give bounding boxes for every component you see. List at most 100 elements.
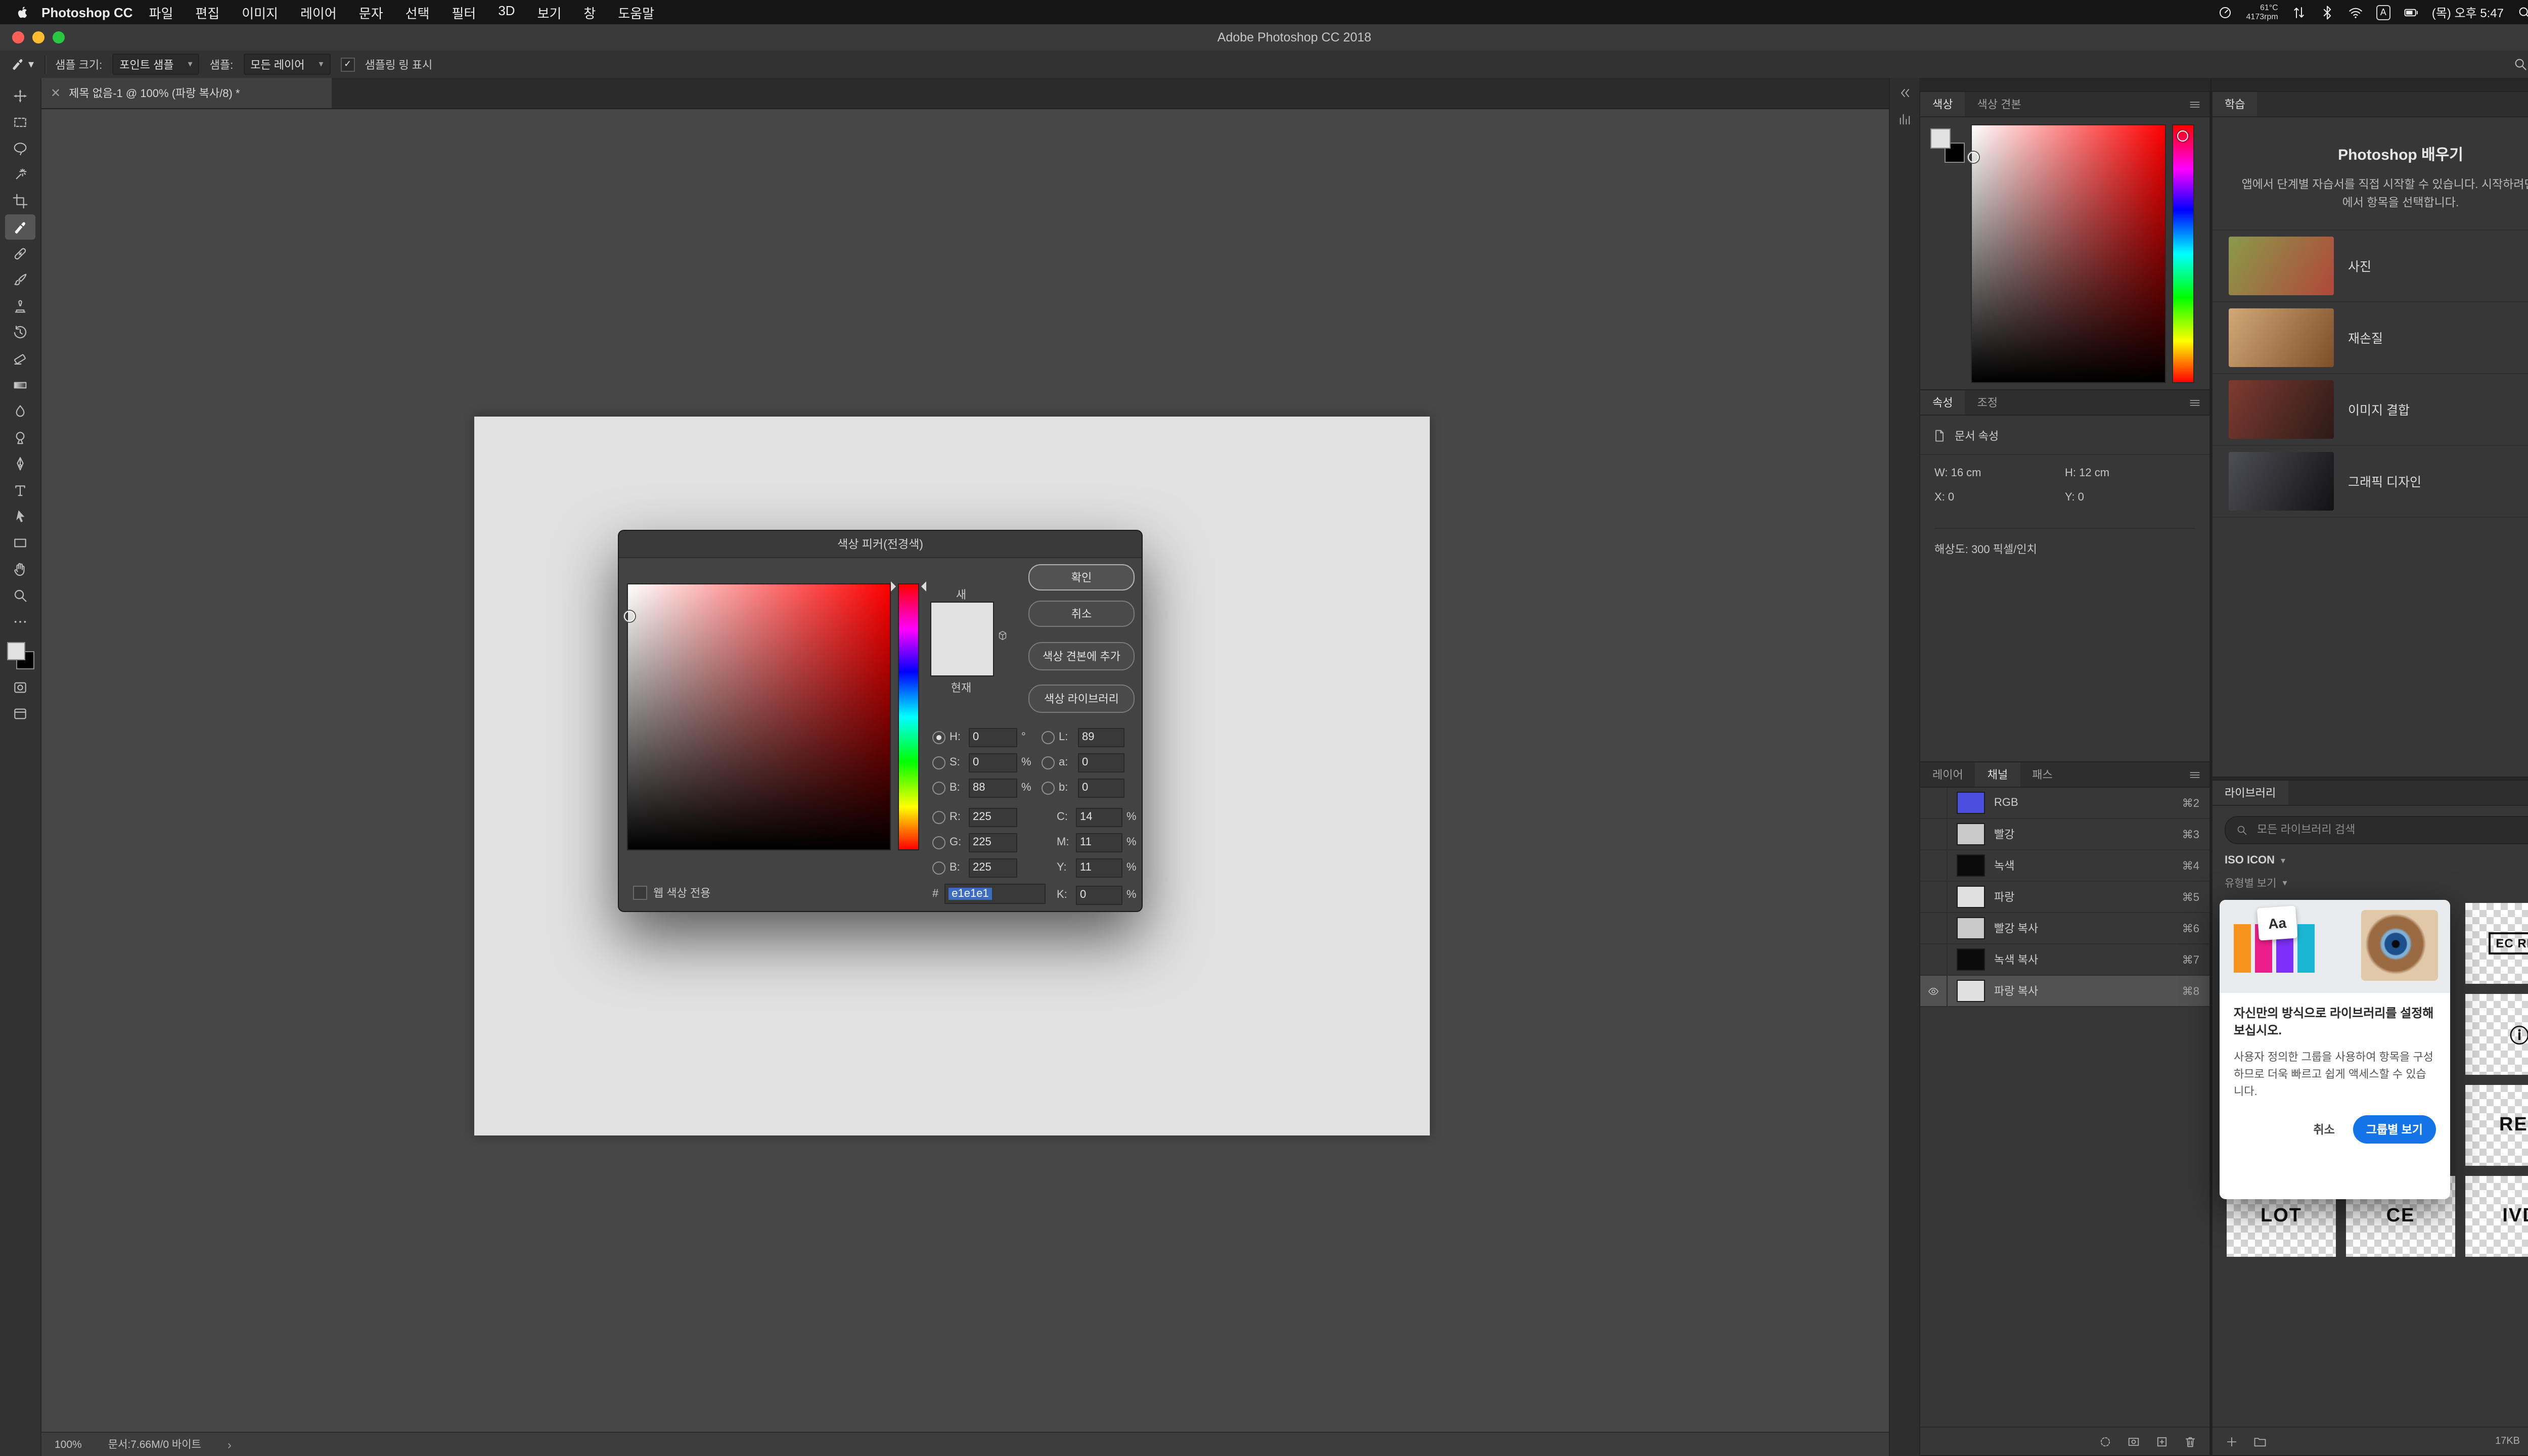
new-channel-icon[interactable] [2155,1434,2169,1448]
picker-field-marker[interactable] [624,611,635,622]
spotlight-icon[interactable] [2517,5,2528,20]
sample-layers-dropdown[interactable]: 모든 레이어 ▾ [243,54,330,75]
learn-item-0[interactable]: 사진› [2213,229,2528,302]
learn-item-1[interactable]: 재손질› [2213,302,2528,374]
sampling-ring-checkbox[interactable]: ✓ [341,57,355,71]
picker-radio-S[interactable] [932,756,945,769]
picker-hue-slider[interactable] [898,583,919,850]
library-item-1[interactable]: ⓘ [2465,994,2528,1075]
learn-item-2[interactable]: 이미지 결합› [2213,374,2528,445]
channel-row-1[interactable]: 빨강⌘3 [1920,819,2209,850]
gradient-tool[interactable] [5,372,35,397]
channel-visibility-toggle[interactable] [1920,850,1948,881]
datanamelearnpaneltabs-tab-0[interactable]: 학습 [2213,92,2258,116]
library-selector[interactable]: ISO ICON ▾ [2225,854,2528,867]
web-gamut-cube-icon[interactable] [997,630,1008,641]
channel-row-3[interactable]: 파랑⌘5 [1920,882,2209,913]
datanamechannelspaneltabs-tab-2[interactable]: 패스 [2020,762,2065,787]
library-item-5[interactable]: IVD [2465,1176,2528,1257]
panel-menu-icon[interactable] [2180,390,2209,415]
quick-selection-tool[interactable] [5,162,35,187]
channel-row-6[interactable]: 파랑 복사⌘8 [1920,976,2209,1007]
app-menu-title[interactable]: Photoshop CC [41,5,133,20]
menu-item-5[interactable]: 선택 [394,3,441,22]
battery-icon[interactable] [2404,5,2419,20]
datanamecolorpaneltabs-tab-0[interactable]: 색상 [1920,92,1965,116]
color-libraries-button[interactable]: 색상 라이브러리 [1028,685,1135,713]
hue-slider-marker[interactable] [2177,130,2188,142]
hand-tool[interactable] [5,556,35,581]
load-selection-icon[interactable] [2098,1434,2112,1448]
library-search-box[interactable] [2225,816,2528,844]
new-group-icon[interactable] [2253,1434,2267,1448]
channel-visibility-toggle[interactable] [1920,913,1948,943]
lasso-tool[interactable] [5,135,35,161]
edit-toolbar[interactable] [5,609,35,634]
sample-size-dropdown[interactable]: 포인트 샘플 ▾ [112,54,199,75]
picker-radio-R[interactable] [932,810,945,824]
shape-tool[interactable] [5,530,35,555]
picker-field-C[interactable] [1076,807,1122,827]
quick-mask-button[interactable] [5,674,35,700]
channel-row-0[interactable]: RGB⌘2 [1920,788,2209,819]
picker-field-G[interactable] [969,833,1017,852]
picker-field-B2[interactable] [969,858,1017,877]
library-item-0[interactable]: EC REP [2465,903,2528,984]
clone-stamp-tool[interactable] [5,293,35,318]
panel-menu-icon[interactable] [2180,92,2209,116]
datanamechannelspaneltabs-tab-1[interactable]: 채널 [1975,762,2020,787]
panel-menu-icon[interactable] [2180,762,2209,787]
menu-item-10[interactable]: 도움말 [607,3,665,22]
hex-input[interactable]: e1e1e1 [944,884,1046,904]
zoom-tool[interactable] [5,582,35,608]
document-tab[interactable]: ✕ 제목 없음-1 @ 100% (파랑 복사/8) * [40,78,332,108]
picker-field-b[interactable] [1078,778,1124,797]
channel-visibility-toggle[interactable] [1920,788,1948,818]
channel-row-4[interactable]: 빨강 복사⌘6 [1920,913,2209,944]
fg-bg-mini-swatches[interactable] [1930,128,1967,165]
bluetooth-icon[interactable] [2320,5,2335,20]
channel-visibility-toggle[interactable] [1920,819,1948,849]
close-tab-icon[interactable]: ✕ [51,86,61,100]
picker-radio-B2[interactable] [932,861,945,874]
tool-preset-picker[interactable]: ▾ [10,57,34,72]
picker-field-K[interactable] [1076,885,1122,904]
move-tool[interactable] [5,83,35,108]
picker-radio-a[interactable] [1042,756,1055,769]
picker-saturation-field[interactable] [627,583,891,850]
path-selection-tool[interactable] [5,504,35,529]
menu-item-6[interactable]: 필터 [440,3,487,22]
picker-field-H[interactable] [969,727,1017,747]
datanamelibrariespaneltabs-tab-0[interactable]: 라이브러리 [2213,781,2288,805]
library-item-2[interactable]: REF [2465,1085,2528,1166]
expand-panels-icon[interactable] [1898,86,1912,100]
save-selection-icon[interactable] [2127,1434,2141,1448]
mini-foreground-swatch[interactable] [1930,128,1951,149]
pen-tool[interactable] [5,451,35,476]
menu-item-1[interactable]: 편집 [184,3,231,22]
screen-mode-button[interactable] [5,701,35,726]
picker-field-M[interactable] [1076,833,1122,852]
popup-cancel-button[interactable]: 취소 [2313,1121,2334,1138]
delete-channel-icon[interactable] [2183,1434,2197,1448]
menu-item-8[interactable]: 보기 [526,3,573,22]
color-saturation-field[interactable] [1971,124,2166,383]
marquee-tool[interactable] [5,109,35,134]
menu-item-3[interactable]: 레이어 [289,3,348,22]
channel-visibility-toggle[interactable] [1920,882,1948,912]
wifi-icon[interactable] [2348,5,2363,20]
datanamepropertiespaneltabs-tab-0[interactable]: 속성 [1920,390,1965,415]
blur-tool[interactable] [5,398,35,424]
channel-row-5[interactable]: 녹색 복사⌘7 [1920,944,2209,976]
color-field-marker[interactable] [1968,152,1979,163]
spot-healing-tool[interactable] [5,241,35,266]
picker-radio-B[interactable] [932,781,945,794]
dodge-tool[interactable] [5,425,35,450]
learn-item-3[interactable]: 그래픽 디자인› [2213,445,2528,517]
library-search-input[interactable] [2255,823,2528,837]
datanamecolorpaneltabs-tab-1[interactable]: 색상 견본 [1965,92,2034,116]
picker-field-a[interactable] [1078,753,1124,772]
channel-visibility-toggle[interactable] [1920,944,1948,975]
menu-item-9[interactable]: 창 [572,3,607,22]
updown-arrows-icon[interactable] [2291,5,2307,20]
